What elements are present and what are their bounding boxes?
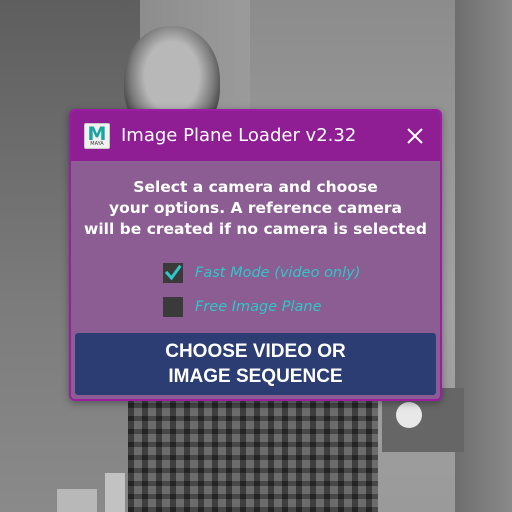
choose-video-or-image-sequence-button[interactable]: CHOOSE VIDEO OR IMAGE SEQUENCE <box>75 333 436 395</box>
background-person-shirt <box>128 398 378 512</box>
close-icon <box>407 128 423 144</box>
free-image-plane-checkbox[interactable] <box>163 297 183 317</box>
fast-mode-option[interactable]: Fast Mode (video only) <box>163 262 360 284</box>
instruction-text: Select a camera and choose your options.… <box>71 177 440 240</box>
background-box-logo <box>396 402 422 428</box>
background-light-switch <box>104 472 126 512</box>
instruction-line: your options. A reference camera <box>109 199 402 217</box>
fast-mode-label: Fast Mode (video only) <box>195 265 361 281</box>
button-label-line: CHOOSE VIDEO OR <box>165 341 346 362</box>
dialog-title: Image Plane Loader v2.32 <box>121 125 357 146</box>
fast-mode-checkbox[interactable] <box>163 263 183 283</box>
instruction-line: will be created if no camera is selected <box>84 220 427 238</box>
dialog-titlebar[interactable]: M MAYA Image Plane Loader v2.32 <box>71 111 440 161</box>
checkmark-icon <box>164 264 182 281</box>
button-label-line: IMAGE SEQUENCE <box>168 366 343 387</box>
background-wall-outlet <box>56 488 98 512</box>
image-plane-loader-dialog: M MAYA Image Plane Loader v2.32 Select a… <box>69 109 442 401</box>
instruction-line: Select a camera and choose <box>133 178 378 196</box>
maya-logo-icon: M MAYA <box>84 123 110 149</box>
maya-logo-caption: MAYA <box>90 141 104 147</box>
close-button[interactable] <box>402 123 428 149</box>
free-image-plane-option[interactable]: Free Image Plane <box>163 296 322 318</box>
free-image-plane-label: Free Image Plane <box>195 299 322 315</box>
